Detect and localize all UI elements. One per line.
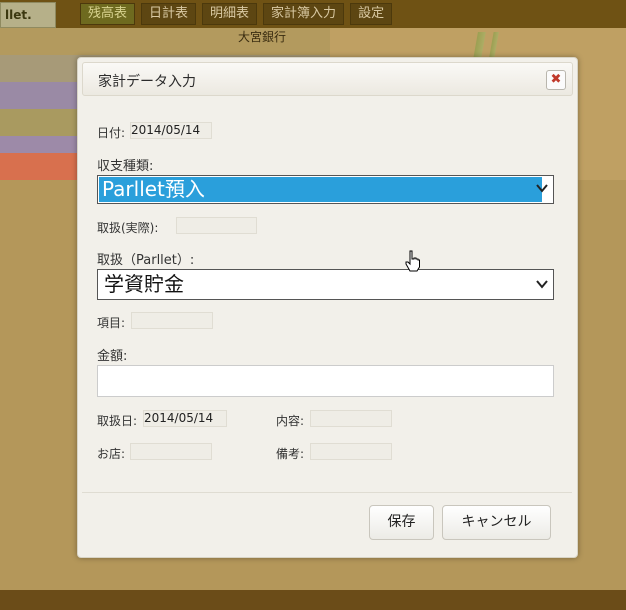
entry-dialog: 家計データ入力 ✖ 日付: 2014/05/14 収支種類: Parllet預入… bbox=[77, 57, 578, 558]
tab-daily[interactable]: 日計表 bbox=[141, 3, 197, 25]
content-label: 内容: bbox=[276, 414, 305, 428]
hand-pointer-icon bbox=[405, 250, 420, 272]
chevron-down-icon bbox=[536, 184, 548, 193]
amount-label: 金額: bbox=[97, 349, 128, 364]
app-logo: llet. bbox=[0, 2, 56, 28]
shop-label: お店: bbox=[97, 447, 126, 461]
dialog-title: 家計データ入力 bbox=[98, 74, 196, 90]
cancel-button[interactable]: キャンセル bbox=[442, 505, 551, 540]
item-value bbox=[131, 312, 213, 329]
type-label: 収支種類: bbox=[97, 159, 154, 174]
save-button[interactable]: 保存 bbox=[369, 505, 434, 540]
bottom-bar bbox=[0, 590, 626, 610]
item-label: 項目: bbox=[97, 316, 126, 330]
actual-handling-value bbox=[176, 217, 257, 234]
parllet-handling-select[interactable]: 学資貯金 bbox=[97, 269, 554, 300]
content-value bbox=[310, 410, 392, 427]
top-nav-bar: llet. 残高表 日計表 明細表 家計簿入力 設定 bbox=[0, 0, 626, 28]
handling-date-value: 2014/05/14 bbox=[143, 410, 227, 427]
type-select-value: Parllet預入 bbox=[99, 177, 542, 202]
dialog-divider bbox=[82, 492, 572, 493]
note-value bbox=[310, 443, 392, 460]
nav-tabs: 残高表 日計表 明細表 家計簿入力 設定 bbox=[80, 3, 393, 25]
tab-details[interactable]: 明細表 bbox=[202, 3, 258, 25]
amount-input[interactable] bbox=[97, 365, 554, 397]
shop-value bbox=[130, 443, 212, 460]
type-select[interactable]: Parllet預入 bbox=[97, 175, 554, 204]
dialog-header: 家計データ入力 ✖ bbox=[82, 62, 573, 96]
date-label: 日付: bbox=[97, 126, 126, 140]
chevron-down-icon bbox=[536, 280, 548, 289]
parllet-handling-value: 学資貯金 bbox=[104, 272, 184, 296]
parllet-handling-label: 取扱（Parllet）: bbox=[97, 253, 195, 268]
handling-date-label: 取扱日: bbox=[97, 414, 138, 428]
note-label: 備考: bbox=[276, 447, 305, 461]
background-bank-name: 大宮銀行 bbox=[238, 30, 287, 44]
tab-balance[interactable]: 残高表 bbox=[80, 3, 136, 25]
close-icon[interactable]: ✖ bbox=[546, 70, 566, 90]
tab-settings[interactable]: 設定 bbox=[350, 3, 393, 25]
date-value: 2014/05/14 bbox=[130, 122, 212, 139]
tab-household-entry[interactable]: 家計簿入力 bbox=[263, 3, 345, 25]
actual-handling-label: 取扱(実際): bbox=[97, 221, 159, 235]
